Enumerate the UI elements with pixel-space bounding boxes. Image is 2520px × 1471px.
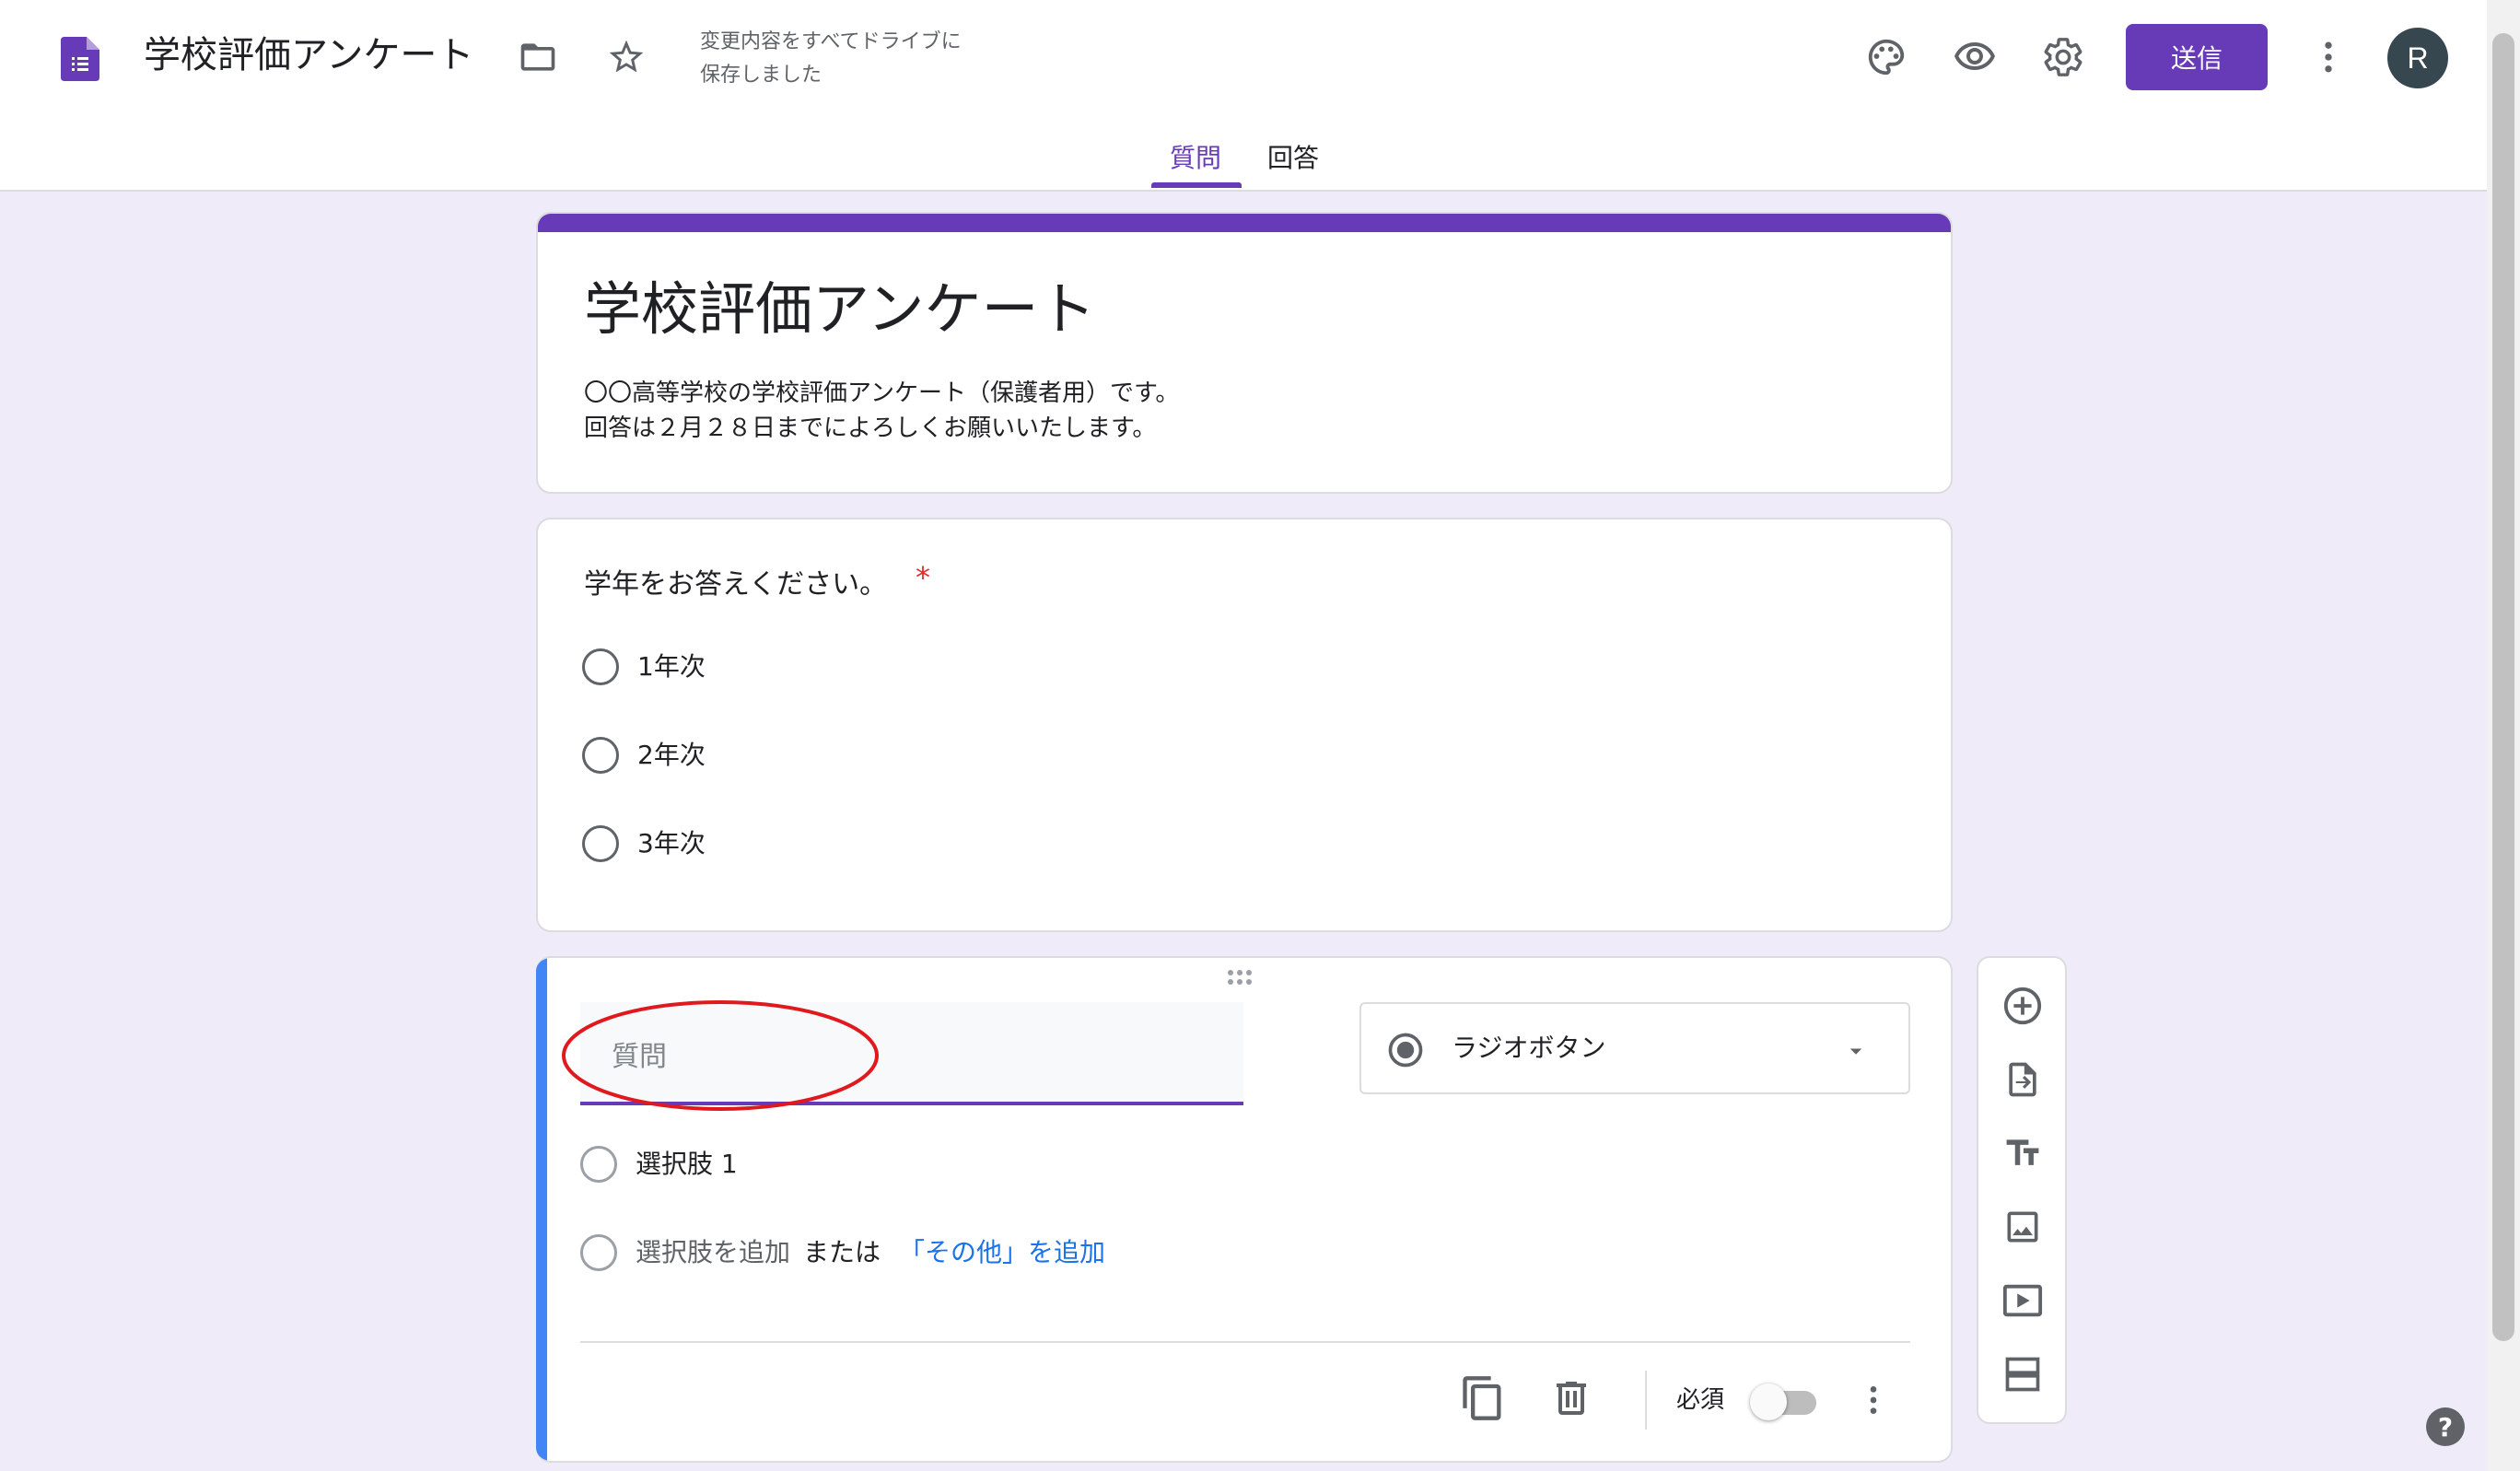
radio-option-3[interactable] xyxy=(582,825,619,862)
chevron-down-icon xyxy=(1849,1048,1862,1055)
question-type-label: ラジオボタン xyxy=(1452,1033,1606,1063)
option-label-1[interactable]: 選択肢 1 xyxy=(636,1146,738,1183)
tab-questions[interactable]: 質問 xyxy=(1170,138,1221,175)
active-tab-indicator xyxy=(1151,182,1242,188)
app-header: 学校評価アンケート 変更内容をすべてドライブに 保存しました 送信 R 質問 回… xyxy=(0,0,2487,192)
section-icon[interactable] xyxy=(1995,1347,2050,1402)
required-toggle-knob[interactable] xyxy=(1750,1383,1787,1420)
send-button[interactable]: 送信 xyxy=(2126,24,2268,90)
radio-option-placeholder xyxy=(580,1146,617,1183)
palette-icon[interactable] xyxy=(1861,31,1912,83)
save-status: 変更内容をすべてドライブに 保存しました xyxy=(700,26,1032,92)
avatar[interactable]: R xyxy=(2387,28,2448,88)
star-icon[interactable] xyxy=(601,31,652,83)
active-indicator-bar xyxy=(536,958,547,1461)
title-text-icon[interactable] xyxy=(1995,1126,2050,1181)
side-toolbar xyxy=(1977,956,2067,1424)
question-type-dropdown[interactable]: ラジオボタン xyxy=(1359,1002,1910,1094)
radio-option-2[interactable] xyxy=(582,737,619,774)
theme-band xyxy=(538,214,1951,232)
trash-icon[interactable] xyxy=(1549,1374,1593,1426)
save-status-line2: 保存しました xyxy=(700,64,822,87)
more-vert-icon[interactable] xyxy=(1855,1380,1892,1424)
question-card-active[interactable]: 質問 ラジオボタン 選択肢 1 選択肢を追加 または 「その他」を追加 必須 xyxy=(536,956,1953,1463)
doc-title[interactable]: 学校評価アンケート xyxy=(144,29,473,81)
add-option-link[interactable]: 選択肢を追加 xyxy=(636,1234,790,1271)
radio-button-icon xyxy=(1388,1033,1423,1068)
drag-handle-icon[interactable] xyxy=(1227,969,1258,986)
form-title-card[interactable]: 学校評価アンケート 〇〇高等学校の学校評価アンケート（保護者用）です。 回答は２… xyxy=(536,212,1953,494)
import-icon[interactable] xyxy=(1995,1052,2050,1107)
gear-icon[interactable] xyxy=(2037,31,2089,83)
add-other-link[interactable]: 「その他」を追加 xyxy=(899,1234,1105,1271)
or-text: または xyxy=(803,1237,881,1267)
required-mark: * xyxy=(916,560,930,595)
option-label: 1年次 xyxy=(637,651,706,682)
option-label: 2年次 xyxy=(637,740,706,770)
more-vert-icon[interactable] xyxy=(2303,31,2354,83)
required-label: 必須 xyxy=(1676,1386,1725,1414)
form-title[interactable]: 学校評価アンケート xyxy=(584,273,1096,346)
eye-icon[interactable] xyxy=(1949,31,2001,83)
radio-add-placeholder xyxy=(580,1234,617,1271)
save-status-line1: 変更内容をすべてドライブに xyxy=(700,30,962,53)
folder-icon[interactable] xyxy=(512,31,564,83)
tab-responses[interactable]: 回答 xyxy=(1267,138,1319,175)
forms-logo-icon[interactable] xyxy=(61,37,99,81)
question-title: 学年をお答えください。 xyxy=(584,568,888,601)
question-card-grade[interactable]: 学年をお答えください。 * 1年次 2年次 3年次 xyxy=(536,518,1953,932)
radio-option-1[interactable] xyxy=(582,648,619,685)
add-question-icon[interactable] xyxy=(1995,978,2050,1033)
help-button[interactable]: ? xyxy=(2426,1407,2465,1446)
form-description[interactable]: 〇〇高等学校の学校評価アンケート（保護者用）です。 回答は２月２８日までによろし… xyxy=(584,376,1179,446)
video-icon[interactable] xyxy=(1995,1273,2050,1328)
footer-divider xyxy=(580,1341,1910,1343)
image-icon[interactable] xyxy=(1995,1199,2050,1255)
option-label: 3年次 xyxy=(637,828,706,858)
duplicate-icon[interactable] xyxy=(1459,1374,1507,1426)
footer-separator xyxy=(1645,1371,1647,1430)
scrollbar-thumb[interactable] xyxy=(2492,33,2514,1341)
help-icon: ? xyxy=(2437,1411,2454,1442)
question-title-input[interactable]: 質問 xyxy=(580,1002,1243,1105)
